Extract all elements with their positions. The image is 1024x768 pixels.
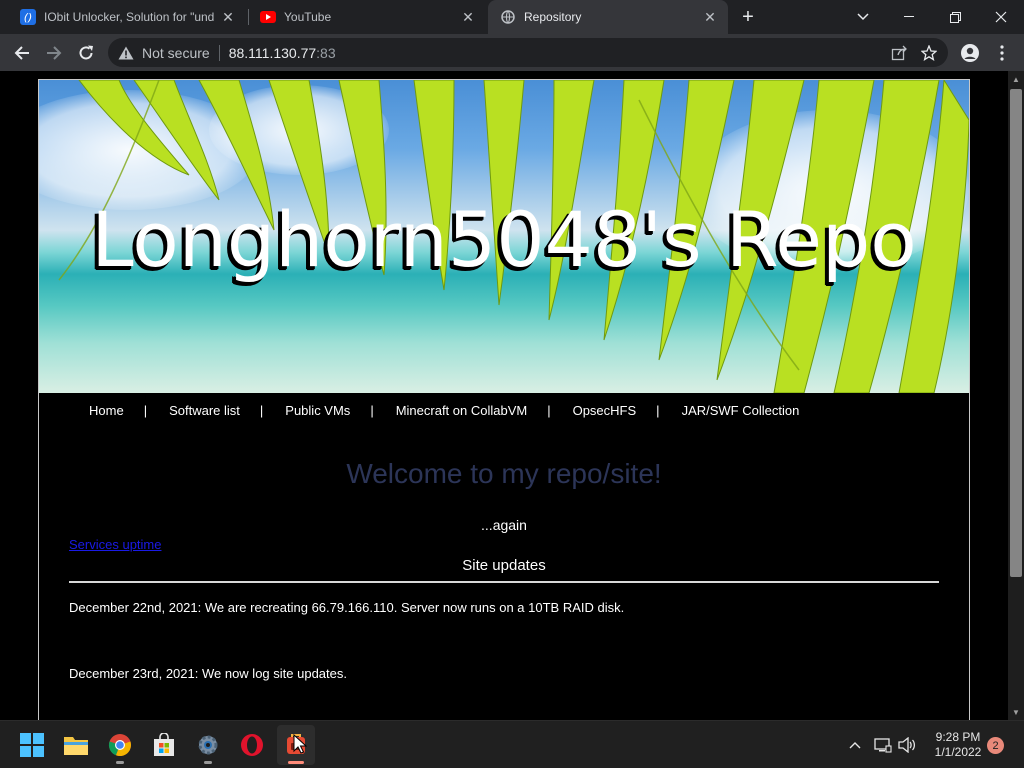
opera-icon[interactable] [233,725,271,765]
tray-overflow-chevron-icon[interactable] [845,735,865,755]
tab-search-chevron-icon[interactable] [840,0,886,34]
nav-home[interactable]: Home [89,403,124,418]
close-tab-icon[interactable]: ✕ [220,9,236,25]
minimize-icon[interactable] [886,0,932,34]
iobit-icon: () [20,9,36,25]
menu-kebab-icon[interactable] [988,39,1016,67]
microsoft-store-icon[interactable] [145,725,183,765]
nav-separator: | [656,402,660,418]
address-bar[interactable]: Not secure 88.111.130.77 :83 [108,38,948,67]
taskbar: 9:28 PM 1/1/2022 2 [0,720,1024,768]
system-clock[interactable]: 9:28 PM 1/1/2022 [920,730,996,760]
nav-public-vms[interactable]: Public VMs [285,403,350,418]
nav-minecraft-collabvm[interactable]: Minecraft on CollabVM [396,403,528,418]
network-icon[interactable] [873,735,893,755]
nav-separator: | [370,402,374,418]
tab-title: Repository [524,10,582,24]
nav-software-list[interactable]: Software list [169,403,240,418]
site-title: Longhorn5048's Repo [91,195,917,284]
welcome-subtitle: ...again [481,517,527,533]
not-secure-label[interactable]: Not secure [142,45,210,61]
tab-strip: () IObit Unlocker, Solution for "und ✕ Y… [0,0,1024,34]
divider [69,581,939,583]
warning-icon[interactable] [118,45,134,61]
nav-separator: | [259,402,264,418]
tab-title: YouTube [284,10,332,24]
notification-badge[interactable]: 2 [987,737,1004,754]
update-entry: December 22nd, 2021: We are recreating 6… [69,600,625,615]
profile-icon[interactable] [956,39,984,67]
nav-separator: | [143,402,148,418]
site-updates-heading: Site updates [462,557,546,574]
volume-icon[interactable] [897,735,917,755]
scroll-thumb[interactable] [1010,89,1022,577]
welcome-heading: Welcome to my repo/site! [346,458,662,489]
reload-icon[interactable] [72,39,100,67]
bookmark-star-icon[interactable] [920,44,938,62]
page-viewport: Longhorn5048's Repo Home | Software list… [0,71,1008,720]
close-window-icon[interactable] [978,0,1024,34]
globe-icon [500,9,516,25]
mouse-cursor-icon [293,734,307,754]
file-explorer-icon[interactable] [57,725,95,765]
settings-gear-icon[interactable] [189,725,227,765]
scroll-down-arrow-icon[interactable]: ▼ [1008,704,1024,720]
url-port: :83 [316,44,336,61]
tab-title: IObit Unlocker, Solution for "und [44,10,214,24]
svg-text:(): () [24,11,33,24]
start-button[interactable] [13,725,51,765]
nav-jar-swf-collection[interactable]: JAR/SWF Collection [682,403,800,418]
youtube-icon [260,9,276,25]
nav-opsechfs[interactable]: OpsecHFS [573,403,637,418]
back-arrow-icon[interactable] [8,39,36,67]
header-banner: Longhorn5048's Repo [39,80,969,393]
clock-date: 1/1/2022 [934,745,982,759]
forward-arrow-icon[interactable] [40,39,68,67]
tab-iobit-unlocker[interactable]: () IObit Unlocker, Solution for "und ✕ [8,0,246,34]
restore-icon[interactable] [932,0,978,34]
site-nav: Home | Software list | Public VMs | Mine… [39,398,969,422]
close-tab-icon[interactable]: ✕ [702,9,718,25]
share-icon[interactable] [890,44,908,62]
tab-youtube[interactable]: YouTube ✕ [248,0,486,34]
nav-separator: | [547,402,551,418]
address-divider [218,44,220,61]
url-host: 88.111.130.77 [228,44,317,61]
close-tab-icon[interactable]: ✕ [460,9,476,25]
windows-logo-icon [20,733,44,757]
new-tab-icon[interactable]: + [736,5,760,29]
chrome-icon[interactable] [101,725,139,765]
scroll-up-arrow-icon[interactable]: ▲ [1008,71,1024,87]
clock-time: 9:28 PM [935,730,981,744]
browser-toolbar: Not secure 88.111.130.77 :83 [0,34,1024,71]
vertical-scrollbar[interactable]: ▲ ▼ [1008,71,1024,720]
services-uptime-link[interactable]: Services uptime [69,537,161,552]
site-container: Longhorn5048's Repo Home | Software list… [38,79,970,720]
update-entry: December 23rd, 2021: We now log site upd… [69,666,347,681]
tab-repository[interactable]: Repository ✕ [488,0,728,34]
